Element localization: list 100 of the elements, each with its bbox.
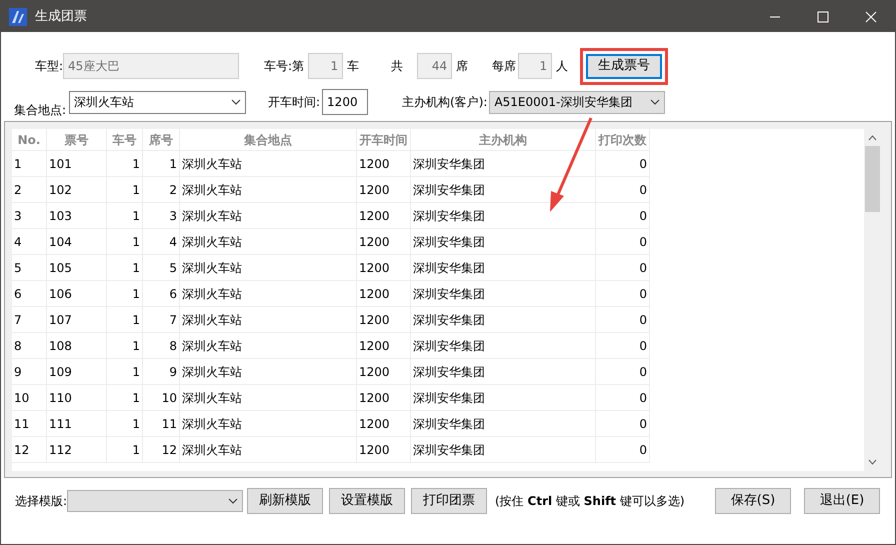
table-cell: 深圳火车站	[180, 151, 357, 177]
table-cell: 1200	[357, 151, 411, 177]
button[interactable]: 刷新模版	[247, 488, 324, 514]
chevron-down-icon	[650, 99, 660, 105]
table-cell: 深圳火车站	[180, 411, 357, 437]
button[interactable]: 保存(S)	[715, 488, 791, 514]
table-cell: 6	[12, 281, 47, 307]
table-cell: 1200	[357, 281, 411, 307]
app-icon	[9, 8, 27, 26]
table-cell: 深圳安华集团	[411, 333, 596, 359]
column-header[interactable]: 开车时间	[357, 129, 411, 151]
table-cell: 11	[143, 411, 180, 437]
readonly-field[interactable]: 44	[417, 53, 452, 79]
table-cell: 1	[107, 281, 143, 307]
table-cell: 1	[12, 151, 47, 177]
column-header[interactable]: 票号	[47, 129, 107, 151]
scroll-thumb[interactable]	[865, 146, 880, 212]
field-label: 共	[391, 58, 404, 75]
table-cell: 深圳火车站	[180, 177, 357, 203]
table-cell: 深圳安华集团	[411, 281, 596, 307]
table-cell: 10	[12, 385, 47, 411]
table-cell: 110	[47, 385, 107, 411]
table-cell: 1200	[357, 255, 411, 281]
table-cell: 102	[47, 177, 107, 203]
table-cell: 深圳安华集团	[411, 229, 596, 255]
table-cell: 1	[107, 359, 143, 385]
table-cell: 1200	[357, 229, 411, 255]
field-label: 开车时间:	[268, 94, 320, 111]
table-cell: 1	[107, 255, 143, 281]
table-cell: 0	[596, 151, 650, 177]
table-cell: 4	[143, 229, 180, 255]
table-cell: 1200	[357, 359, 411, 385]
dropdown[interactable]: 深圳火车站	[69, 90, 246, 114]
table-cell: 深圳火车站	[180, 385, 357, 411]
table-cell: 0	[596, 255, 650, 281]
button[interactable]: 退出(E)	[804, 488, 880, 514]
table-cell: 1	[107, 411, 143, 437]
table-cell: 107	[47, 307, 107, 333]
button[interactable]: 设置模版	[329, 488, 406, 514]
table-cell: 10	[143, 385, 180, 411]
table-cell: 106	[47, 281, 107, 307]
table-cell: 1200	[357, 437, 411, 463]
table-cell: 1	[107, 151, 143, 177]
readonly-field[interactable]: 1	[518, 53, 552, 79]
table-cell: 1	[107, 203, 143, 229]
table-cell: 1200	[357, 333, 411, 359]
table-cell: 1	[107, 307, 143, 333]
table-cell: 深圳火车站	[180, 281, 357, 307]
button[interactable]: 打印团票	[411, 488, 488, 514]
table-cell: 2	[12, 177, 47, 203]
table-cell: 12	[143, 437, 180, 463]
table-cell: 0	[596, 307, 650, 333]
table-cell: 深圳安华集团	[411, 385, 596, 411]
table-cell: 105	[47, 255, 107, 281]
table-cell: 1	[107, 229, 143, 255]
table-cell: 7	[12, 307, 47, 333]
table-cell: 深圳火车站	[180, 255, 357, 281]
table-cell: 0	[596, 333, 650, 359]
table-cell: 深圳安华集团	[411, 307, 596, 333]
column-header[interactable]: 集合地点	[180, 129, 357, 151]
generate-button[interactable]: 生成票号	[586, 54, 662, 78]
table-cell: 5	[143, 255, 180, 281]
table-cell: 3	[143, 203, 180, 229]
table-cell: 深圳火车站	[180, 229, 357, 255]
table-cell: 0	[596, 281, 650, 307]
column-header[interactable]: 席号	[143, 129, 180, 151]
field-label: 车型:	[35, 58, 64, 75]
table-cell: 1	[107, 177, 143, 203]
table-cell: 109	[47, 359, 107, 385]
table-cell: 8	[12, 333, 47, 359]
table-cell: 深圳火车站	[180, 203, 357, 229]
input-field[interactable]: 1200	[322, 89, 368, 115]
table-cell: 1	[107, 333, 143, 359]
close-icon[interactable]	[865, 10, 877, 22]
maximize-icon[interactable]	[817, 10, 829, 22]
table-cell: 1200	[357, 307, 411, 333]
table-cell: 8	[143, 333, 180, 359]
table-cell: 112	[47, 437, 107, 463]
table-cell: 0	[596, 411, 650, 437]
column-header[interactable]: 主办机构	[411, 129, 596, 151]
table-cell: 103	[47, 203, 107, 229]
table-cell: 1	[107, 437, 143, 463]
dropdown[interactable]: A51E0001-深圳安华集团	[489, 90, 666, 114]
column-header[interactable]: 车号	[107, 129, 143, 151]
table-cell: 0	[596, 385, 650, 411]
table-cell: 0	[596, 229, 650, 255]
table-cell: 0	[596, 203, 650, 229]
table-cell: 4	[12, 229, 47, 255]
window-title: 生成团票	[35, 8, 87, 26]
field-label: 集合地点:	[14, 102, 66, 119]
table-cell: 深圳安华集团	[411, 255, 596, 281]
table-cell: 深圳火车站	[180, 333, 357, 359]
column-header[interactable]: No.	[12, 129, 47, 151]
column-header[interactable]: 打印次数	[596, 129, 650, 151]
readonly-field[interactable]: 1	[308, 53, 344, 79]
readonly-field[interactable]: 45座大巴	[63, 53, 240, 79]
table-cell: 深圳安华集团	[411, 437, 596, 463]
table-cell: 0	[596, 437, 650, 463]
table-cell: 1200	[357, 385, 411, 411]
table-cell: 深圳安华集团	[411, 151, 596, 177]
